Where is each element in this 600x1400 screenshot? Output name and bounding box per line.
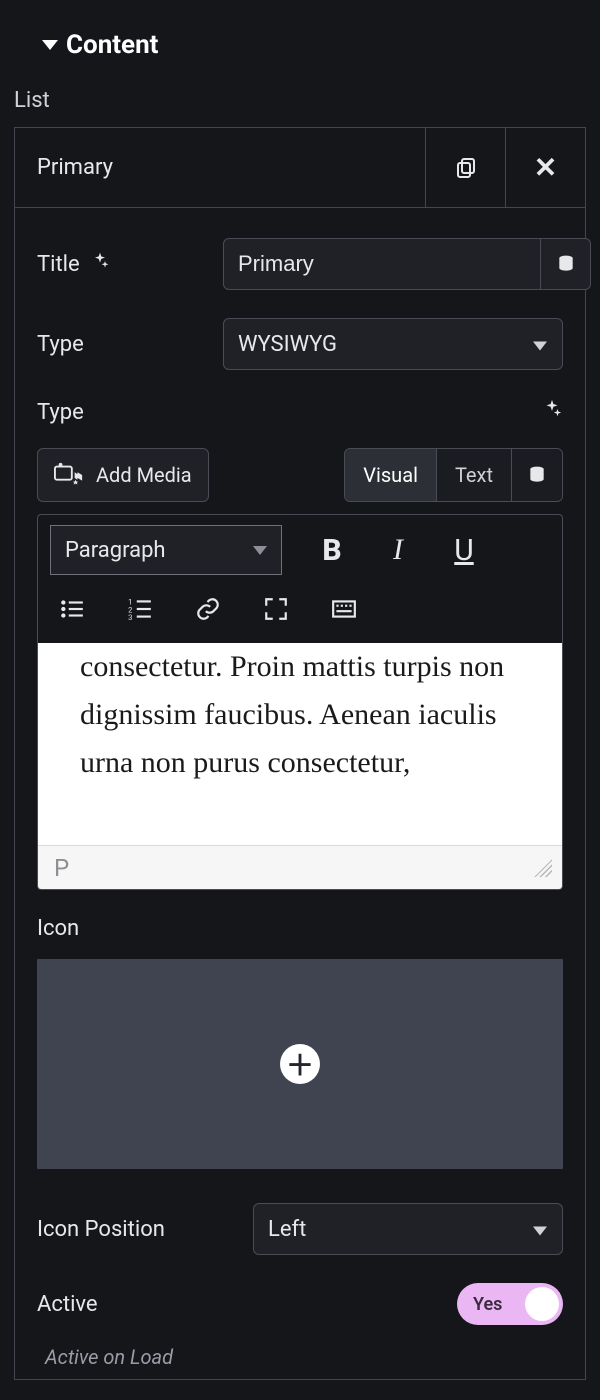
block-format-select[interactable]: Paragraph <box>50 525 282 575</box>
tab-text[interactable]: Text <box>437 449 512 501</box>
type-select-value: WYSIWYG <box>223 318 563 370</box>
icon-position-select[interactable]: Left <box>253 1203 563 1255</box>
link-button[interactable] <box>192 589 224 629</box>
editor-toolbar: Paragraph B I U 123 <box>38 515 562 643</box>
label-type: Type <box>37 332 207 357</box>
sparkles-icon[interactable] <box>90 251 110 277</box>
label-title: Title <box>37 251 207 277</box>
active-toggle[interactable]: Yes <box>457 1283 563 1325</box>
underline-button[interactable]: U <box>448 530 480 570</box>
duplicate-button[interactable] <box>425 128 505 207</box>
keyboard-icon <box>331 596 357 622</box>
row-active: Active Yes <box>37 1283 563 1325</box>
editor-tabs: Visual Text <box>344 448 563 502</box>
fullscreen-button[interactable] <box>260 589 292 629</box>
bullet-list-button[interactable] <box>56 589 88 629</box>
dynamic-data-button[interactable] <box>512 449 562 501</box>
list-container: Primary ✕ Title <box>14 127 586 1380</box>
label-icon: Icon <box>37 916 563 941</box>
delete-button[interactable]: ✕ <box>505 128 585 207</box>
add-media-label: Add Media <box>96 463 192 487</box>
label-editor: Type <box>37 400 84 425</box>
toggle-value: Yes <box>473 1294 502 1315</box>
sparkles-icon[interactable] <box>541 398 563 426</box>
plus-icon: ＋ <box>280 1044 320 1084</box>
list-item-title[interactable]: Primary <box>15 128 425 207</box>
editor-header: Type <box>37 398 563 426</box>
label-icon-position: Icon Position <box>37 1217 237 1242</box>
editor-status-bar: P <box>38 845 562 889</box>
bold-button[interactable]: B <box>316 530 348 570</box>
editor-path-indicator[interactable]: P <box>54 854 69 882</box>
tab-visual[interactable]: Visual <box>345 449 437 501</box>
active-hint: Active on Load <box>45 1345 563 1369</box>
block-format-value: Paragraph <box>65 538 166 563</box>
svg-text:3: 3 <box>128 613 132 622</box>
editor-text: consectetur. Proin mattis turpis non dig… <box>80 643 538 787</box>
row-icon-position: Icon Position Left <box>37 1203 563 1255</box>
database-icon <box>556 254 576 274</box>
icon-upload-area[interactable]: ＋ <box>37 959 563 1169</box>
list-item-body: Title <box>15 208 585 1379</box>
list-item-header: Primary ✕ <box>15 128 585 208</box>
content-panel: Content List Primary ✕ Title <box>0 0 600 1400</box>
database-icon <box>527 465 547 485</box>
list-ol-icon: 123 <box>127 596 153 622</box>
resize-handle[interactable] <box>534 859 552 877</box>
list-label: List <box>14 88 586 113</box>
add-media-button[interactable]: Add Media <box>37 448 209 502</box>
section-header[interactable]: Content <box>42 30 586 60</box>
type-select[interactable]: WYSIWYG <box>223 318 563 370</box>
media-icon <box>54 462 84 488</box>
row-title: Title <box>37 238 563 290</box>
toggle-knob <box>525 1287 559 1321</box>
list-ul-icon <box>59 596 85 622</box>
editor-content-area[interactable]: consectetur. Proin mattis turpis non dig… <box>38 643 562 845</box>
toolbar-toggle-button[interactable] <box>328 589 360 629</box>
numbered-list-button[interactable]: 123 <box>124 589 156 629</box>
close-icon: ✕ <box>534 151 557 184</box>
italic-button[interactable]: I <box>382 530 414 570</box>
copy-icon <box>454 156 478 180</box>
label-active: Active <box>37 1292 457 1317</box>
icon-section: Icon ＋ <box>37 916 563 1169</box>
wysiwyg-editor: Paragraph B I U 123 <box>37 514 563 890</box>
label-title-text: Title <box>37 252 80 277</box>
chevron-down-icon <box>253 546 267 555</box>
expand-icon <box>263 596 289 622</box>
link-icon <box>195 596 221 622</box>
editor-topbar: Add Media Visual Text <box>37 448 563 502</box>
row-type-select: Type WYSIWYG <box>37 318 563 370</box>
section-title: Content <box>66 30 158 60</box>
icon-position-value: Left <box>253 1203 563 1255</box>
chevron-down-icon <box>42 40 58 50</box>
dynamic-data-button[interactable] <box>541 238 591 290</box>
title-input[interactable] <box>223 238 541 290</box>
